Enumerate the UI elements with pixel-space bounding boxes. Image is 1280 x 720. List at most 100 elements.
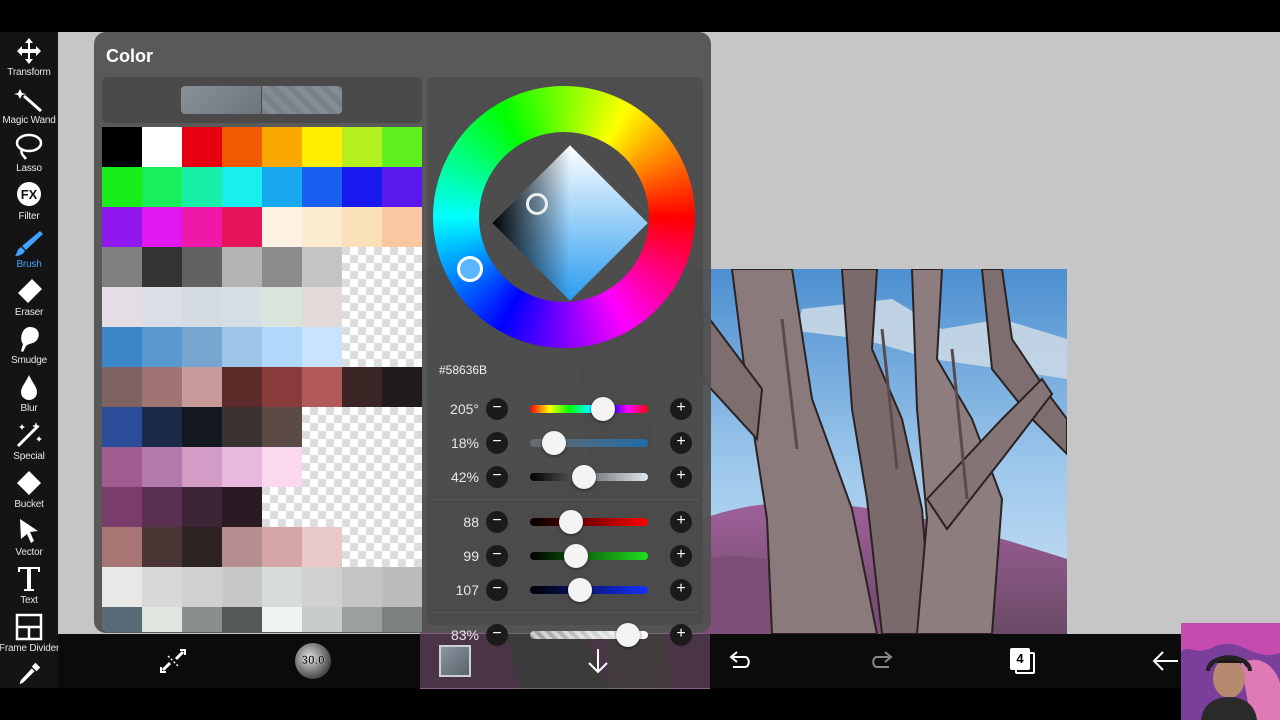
palette-swatch[interactable] bbox=[262, 207, 302, 247]
palette-swatch[interactable] bbox=[102, 487, 142, 527]
palette-swatch[interactable] bbox=[102, 247, 142, 287]
palette-swatch[interactable] bbox=[382, 127, 422, 167]
hue-track[interactable] bbox=[530, 405, 648, 413]
palette-swatch[interactable] bbox=[262, 607, 302, 632]
palette-swatch[interactable] bbox=[222, 207, 262, 247]
palette-swatch[interactable] bbox=[302, 327, 342, 367]
palette-swatch[interactable] bbox=[262, 327, 302, 367]
palette-swatch[interactable] bbox=[182, 527, 222, 567]
palette-swatch[interactable] bbox=[222, 367, 262, 407]
opacity-increase-button[interactable]: + bbox=[670, 624, 692, 646]
palette-swatch[interactable] bbox=[102, 407, 142, 447]
palette-swatch[interactable] bbox=[142, 407, 182, 447]
hue-decrease-button[interactable]: − bbox=[486, 398, 508, 420]
tool-eyedropper[interactable] bbox=[0, 658, 58, 688]
palette-swatch[interactable] bbox=[222, 287, 262, 327]
palette-swatch[interactable] bbox=[222, 567, 262, 607]
undo-button[interactable] bbox=[715, 634, 765, 688]
saturation-increase-button[interactable]: + bbox=[670, 432, 692, 454]
palette-swatch[interactable] bbox=[342, 567, 382, 607]
palette-swatch[interactable] bbox=[342, 367, 382, 407]
value-slider-knob[interactable] bbox=[572, 465, 597, 489]
palette-swatch[interactable] bbox=[182, 367, 222, 407]
palette-swatch[interactable] bbox=[262, 167, 302, 207]
palette-swatch[interactable] bbox=[302, 167, 342, 207]
palette-swatch[interactable] bbox=[382, 167, 422, 207]
palette-swatch[interactable] bbox=[342, 607, 382, 632]
palette-swatch[interactable] bbox=[102, 447, 142, 487]
red-track[interactable] bbox=[530, 518, 648, 526]
palette-swatch[interactable] bbox=[262, 567, 302, 607]
palette-tab-pattern[interactable] bbox=[262, 86, 342, 114]
palette-swatch[interactable] bbox=[342, 207, 382, 247]
palette-swatch[interactable] bbox=[222, 247, 262, 287]
palette-swatch[interactable] bbox=[182, 487, 222, 527]
palette-swatch[interactable] bbox=[302, 207, 342, 247]
palette-swatch[interactable] bbox=[142, 367, 182, 407]
red-slider-knob[interactable] bbox=[559, 510, 584, 534]
saturation-decrease-button[interactable]: − bbox=[486, 432, 508, 454]
tool-smudge[interactable]: Smudge bbox=[0, 322, 58, 370]
palette-swatch[interactable] bbox=[142, 247, 182, 287]
tool-transform[interactable]: Transform bbox=[0, 34, 58, 82]
palette-swatch[interactable] bbox=[102, 367, 142, 407]
palette-swatch[interactable] bbox=[222, 447, 262, 487]
hue-slider-knob[interactable] bbox=[591, 397, 616, 421]
palette-swatch[interactable] bbox=[222, 327, 262, 367]
palette-swatch[interactable] bbox=[182, 447, 222, 487]
tool-blur[interactable]: Blur bbox=[0, 370, 58, 418]
green-increase-button[interactable]: + bbox=[670, 545, 692, 567]
palette-swatch[interactable] bbox=[182, 327, 222, 367]
palette-swatch[interactable] bbox=[102, 567, 142, 607]
tool-text[interactable]: Text bbox=[0, 562, 58, 610]
palette-swatch[interactable] bbox=[342, 167, 382, 207]
palette-swatch[interactable] bbox=[102, 287, 142, 327]
tool-special[interactable]: Special bbox=[0, 418, 58, 466]
palette-swatch[interactable] bbox=[142, 127, 182, 167]
palette-swatch[interactable] bbox=[382, 207, 422, 247]
green-decrease-button[interactable]: − bbox=[486, 545, 508, 567]
palette-swatch[interactable] bbox=[222, 407, 262, 447]
green-track[interactable] bbox=[530, 552, 648, 560]
symmetry-button[interactable] bbox=[148, 634, 198, 688]
palette-swatch[interactable] bbox=[102, 207, 142, 247]
palette-swatch[interactable] bbox=[142, 207, 182, 247]
blue-increase-button[interactable]: + bbox=[670, 579, 692, 601]
tool-filter[interactable]: FX Filter bbox=[0, 178, 58, 226]
palette-swatch[interactable] bbox=[222, 167, 262, 207]
value-increase-button[interactable]: + bbox=[670, 466, 692, 488]
palette-swatch[interactable] bbox=[142, 527, 182, 567]
palette-swatch[interactable] bbox=[302, 527, 342, 567]
blue-slider-knob[interactable] bbox=[567, 578, 592, 602]
hue-handle[interactable] bbox=[457, 256, 483, 282]
artwork-canvas[interactable] bbox=[702, 269, 1067, 634]
palette-swatch[interactable] bbox=[222, 527, 262, 567]
palette-swatch[interactable] bbox=[102, 527, 142, 567]
palette-swatch[interactable] bbox=[302, 607, 342, 632]
tool-eraser[interactable]: Eraser bbox=[0, 274, 58, 322]
opacity-slider-knob[interactable] bbox=[615, 623, 640, 647]
palette-swatch[interactable] bbox=[182, 607, 222, 632]
palette-swatch[interactable] bbox=[182, 567, 222, 607]
tool-frame-divider[interactable]: Frame Divider bbox=[0, 610, 59, 658]
palette-swatch[interactable] bbox=[142, 447, 182, 487]
palette-tab-solid[interactable] bbox=[181, 86, 261, 114]
palette-swatch[interactable] bbox=[182, 127, 222, 167]
brush-size-button[interactable]: 30.0 bbox=[288, 634, 338, 688]
palette-swatch[interactable] bbox=[182, 407, 222, 447]
blue-decrease-button[interactable]: − bbox=[486, 579, 508, 601]
palette-swatch[interactable] bbox=[302, 287, 342, 327]
green-slider-knob[interactable] bbox=[564, 544, 589, 568]
palette-swatch[interactable] bbox=[342, 127, 382, 167]
palette-swatch[interactable] bbox=[382, 567, 422, 607]
palette-swatch[interactable] bbox=[102, 327, 142, 367]
tool-bucket[interactable]: Bucket bbox=[0, 466, 58, 514]
tool-magic-wand[interactable]: Magic Wand bbox=[0, 82, 58, 130]
palette-swatch[interactable] bbox=[302, 567, 342, 607]
palette-swatch[interactable] bbox=[382, 367, 422, 407]
hue-increase-button[interactable]: + bbox=[670, 398, 692, 420]
palette-swatch[interactable] bbox=[302, 367, 342, 407]
palette-swatch[interactable] bbox=[102, 607, 142, 632]
palette-swatch[interactable] bbox=[182, 167, 222, 207]
sv-cursor[interactable] bbox=[526, 193, 548, 215]
